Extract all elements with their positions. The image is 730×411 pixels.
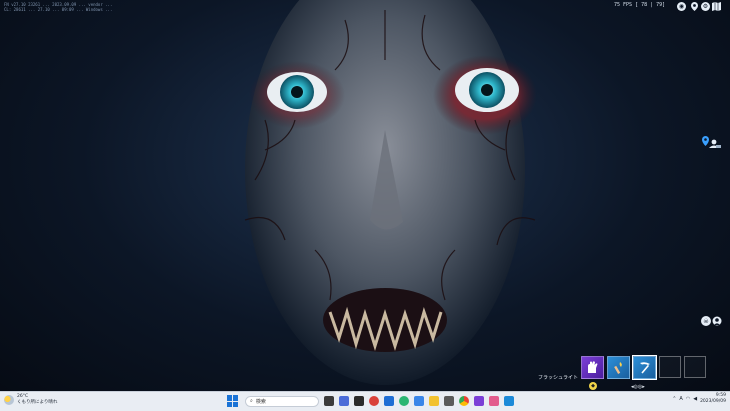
search-icon: ⌕ [250,398,253,404]
search-label: 検索 [255,398,266,405]
hotbar [581,355,706,380]
task-view-icon[interactable] [324,396,334,406]
app-icon-5[interactable] [489,396,499,406]
selected-item-name: フラッシュライト [538,375,579,381]
clock-date: 2023/09/09 [700,399,726,404]
weather-cloud-sun-icon [4,395,14,405]
weather-desc: くもり所により晴れ [17,400,58,405]
volume-icon[interactable]: ◀ [693,396,697,402]
squad-icon [709,139,721,148]
emote-wheel-icon[interactable] [712,316,722,326]
taskbar-search[interactable]: ⌕ 検索 [245,395,319,407]
app-icon-4[interactable] [474,396,484,406]
game-viewport[interactable]: FN v27.10 23261 ... 2023.09.09 ... vendo… [0,0,730,391]
hotbar-slot-5[interactable] [684,356,706,378]
settings-app-icon[interactable] [444,396,454,406]
skull-icon[interactable]: ☠ [701,316,711,326]
tray-lang[interactable]: A [679,396,682,402]
torch-icon [614,362,622,374]
map-icon[interactable] [712,2,721,11]
controller-icon[interactable]: ◉ [677,2,686,11]
hotbar-slot-2[interactable] [607,356,630,379]
glove-icon [588,361,598,373]
windows-logo-icon [227,395,232,401]
app-icon-6[interactable] [504,396,514,406]
emote-button[interactable]: ◆ [589,382,597,390]
hotbar-indicator: ◂◎◎▸ [631,384,645,390]
start-button[interactable] [226,394,240,408]
taskbar: 26°C くもり所により晴れ ⌕ 検索 ⌃ A ◠ ◀ 9:59 2023/09… [0,391,730,411]
app-icon-1[interactable] [354,396,364,406]
wifi-icon[interactable]: ◠ [686,396,690,402]
chevron-up-icon[interactable]: ⌃ [672,396,676,402]
mail-icon[interactable] [414,396,424,406]
taskbar-apps: ⌕ 検索 [226,394,514,408]
clock[interactable]: 9:59 2023/09/09 [700,393,726,405]
chrome-icon[interactable] [459,396,469,406]
chat-icon[interactable] [339,396,349,406]
app-icon-2[interactable] [369,396,379,406]
app-icon-3[interactable] [384,396,394,406]
hotbar-slot-3[interactable] [632,355,657,380]
edge-icon[interactable] [399,396,409,406]
settings-icon[interactable]: ⚙ [701,2,710,11]
debug-line-2: CL: 28611 ... 27.10 ... 09:09 ... Window… [4,7,113,12]
hotbar-slot-4[interactable] [659,356,681,378]
horror-face-image [244,0,537,385]
hotbar-slot-1[interactable] [581,356,604,379]
location-pin-icon [701,136,709,146]
fps-counter: 75 FPS [ 78 | 79] [614,2,666,8]
map-pin-icon[interactable] [690,2,698,11]
weather-widget[interactable]: 26°C くもり所により晴れ [4,394,57,406]
pickaxe-icon [640,362,650,374]
file-explorer-icon[interactable] [429,396,439,406]
system-tray: ⌃ A ◠ ◀ 9:59 2023/09/09 [672,393,726,405]
